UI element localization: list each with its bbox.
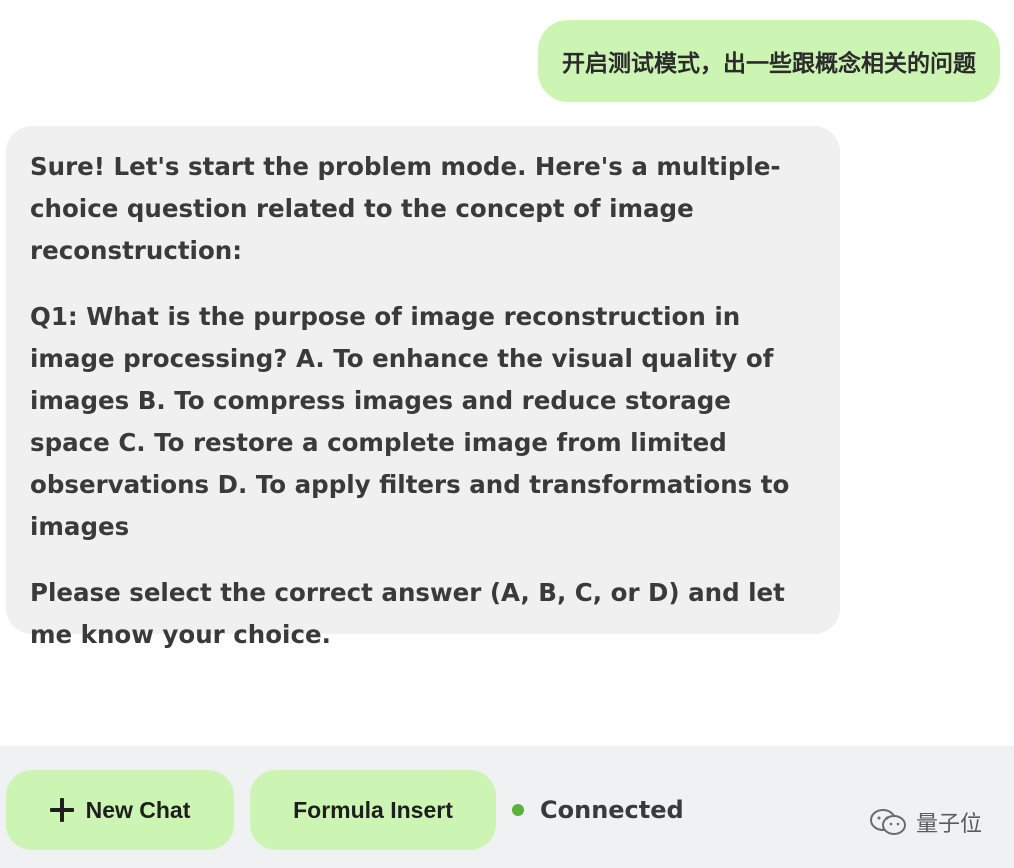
watermark-text: 量子位 — [915, 812, 982, 837]
formula-insert-button[interactable]: Formula Insert — [250, 770, 496, 850]
assistant-message-intro: Sure! Let's start the problem mode. Here… — [30, 152, 781, 265]
assistant-message-question: Q1: What is the purpose of image reconst… — [30, 302, 790, 541]
assistant-message-prompt: Please select the correct answer (A, B, … — [30, 578, 785, 649]
user-message-bubble: 开启测试模式，出一些跟概念相关的问题 — [538, 20, 1000, 102]
connection-status: Connected — [512, 770, 684, 850]
new-chat-label: New Chat — [85, 796, 191, 823]
status-dot-icon — [512, 804, 524, 816]
plus-icon — [49, 798, 74, 822]
new-chat-button[interactable]: New Chat — [6, 770, 234, 850]
assistant-message-bubble: Sure! Let's start the problem mode. Here… — [6, 126, 840, 649]
formula-insert-label: Formula Insert — [293, 796, 453, 823]
watermark: 量子位 — [868, 806, 982, 838]
status-text: Connected — [540, 796, 684, 824]
bottom-toolbar: New Chat Formula Insert Connected 量子位 — [0, 746, 1014, 868]
user-message-text: 开启测试模式，出一些跟概念相关的问题 — [562, 51, 976, 77]
wechat-icon — [869, 809, 906, 835]
chat-area: 开启测试模式，出一些跟概念相关的问题 Sure! Let's start the… — [0, 0, 1014, 746]
